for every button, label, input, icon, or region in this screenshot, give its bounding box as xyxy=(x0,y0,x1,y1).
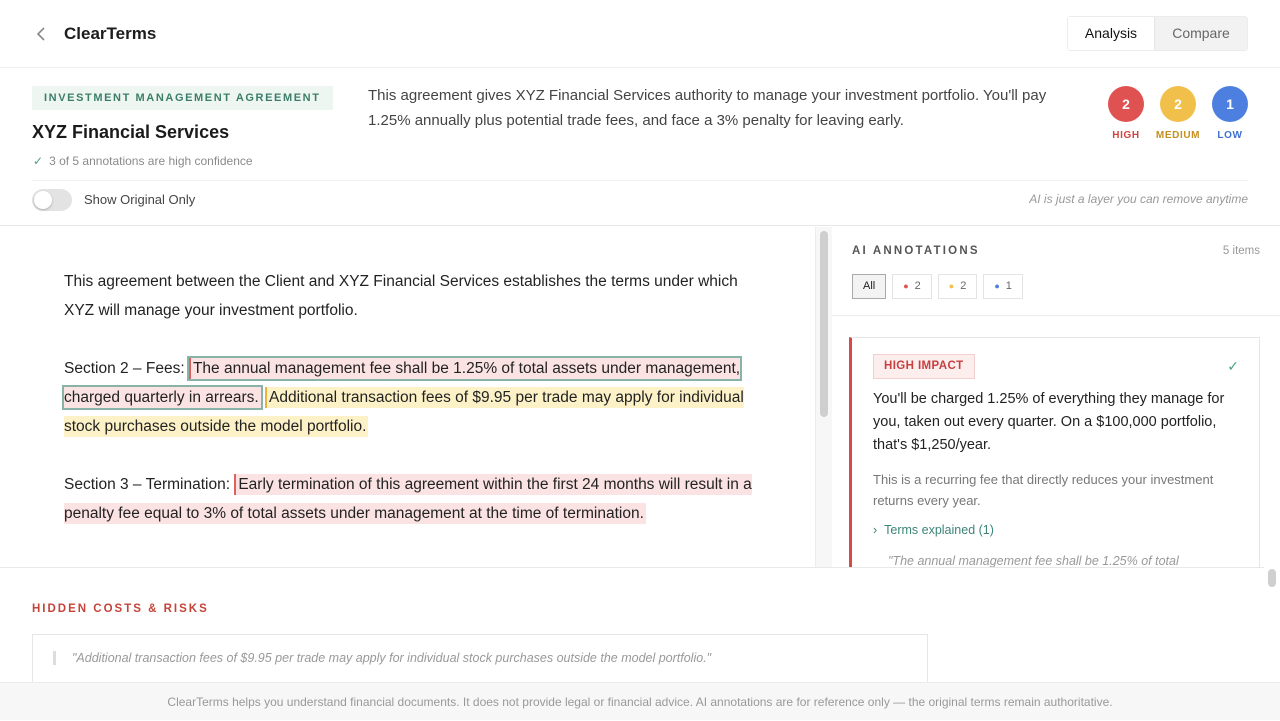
count-high: 2 HIGH xyxy=(1098,86,1154,141)
top-bar: ClearTerms Analysis Compare xyxy=(0,0,1280,68)
section-2-label: Section 2 – Fees: xyxy=(64,360,185,377)
divider xyxy=(832,315,1280,316)
page-scrollbar[interactable] xyxy=(1264,567,1280,682)
scrollbar-thumb[interactable] xyxy=(820,231,828,417)
annotation-detail: This is a recurring fee that directly re… xyxy=(873,472,1214,508)
count-high-label: HIGH xyxy=(1112,130,1140,141)
divider xyxy=(32,180,1248,181)
check-icon: ✓ xyxy=(33,154,44,168)
count-medium: 2 MEDIUM xyxy=(1150,86,1206,141)
annotation-quote: "The annual management fee shall be 1.25… xyxy=(888,554,1179,567)
confidence-note: ✓ 3 of 5 annotations are high confidence xyxy=(33,154,253,168)
summary-panel: INVESTMENT MANAGEMENT AGREEMENT XYZ Fina… xyxy=(0,68,1280,226)
severity-filters: All ● 2 ● 2 ● 1 xyxy=(852,274,1023,299)
count-low-label: LOW xyxy=(1217,130,1243,141)
scrollbar-thumb[interactable] xyxy=(1268,569,1276,587)
hidden-costs-title: HIDDEN COSTS & RISKS xyxy=(32,603,209,615)
doc-section-2: Section 2 – Fees: The annual management … xyxy=(61,354,754,441)
terms-explained-toggle[interactable]: › Terms explained (1) xyxy=(873,523,994,537)
filter-all[interactable]: All xyxy=(852,274,887,299)
terms-explained-label: Terms explained (1) xyxy=(884,523,994,537)
document-text: This agreement between the Client and XY… xyxy=(61,267,754,557)
confidence-text: 3 of 5 annotations are high confidence xyxy=(49,154,253,168)
doc-type-badge: INVESTMENT MANAGEMENT AGREEMENT xyxy=(32,86,333,110)
document-pane: This agreement between the Client and XY… xyxy=(0,227,815,567)
toggle-label: Show Original Only xyxy=(84,192,196,207)
view-tabs: Analysis Compare xyxy=(1067,16,1248,51)
section-3-label: Section 3 – Termination: xyxy=(64,476,231,493)
impact-badge: HIGH IMPACT xyxy=(873,354,975,379)
filter-medium-count: 2 xyxy=(960,280,967,292)
hidden-costs-section: HIDDEN COSTS & RISKS "Additional transac… xyxy=(0,567,1280,694)
count-low: 1 LOW xyxy=(1202,86,1258,141)
company-name: XYZ Financial Services xyxy=(32,122,230,142)
tab-compare[interactable]: Compare xyxy=(1155,17,1247,50)
filter-low[interactable]: ● 1 xyxy=(983,274,1023,299)
app-title: ClearTerms xyxy=(64,24,157,43)
annotations-count: 5 items xyxy=(1222,245,1260,257)
summary-text: This agreement gives XYZ Financial Servi… xyxy=(368,87,1047,129)
count-medium-label: MEDIUM xyxy=(1155,130,1201,141)
filter-low-count: 1 xyxy=(1005,280,1012,292)
tab-analysis[interactable]: Analysis xyxy=(1068,17,1155,50)
toggle-knob xyxy=(34,191,52,209)
filter-high-count: 2 xyxy=(914,280,921,292)
hidden-cost-quote: "Additional transaction fees of $9.95 pe… xyxy=(53,651,711,665)
annotation-card[interactable]: HIGH IMPACT ✓ You'll be charged 1.25% of… xyxy=(849,337,1260,567)
chevron-left-icon[interactable] xyxy=(34,24,50,44)
chevron-right-icon: › xyxy=(873,523,878,537)
blue-dot-icon: ● xyxy=(994,281,1000,291)
annotations-title: AI ANNOTATIONS xyxy=(852,245,980,257)
disclaimer-footer: ClearTerms helps you understand financia… xyxy=(0,682,1280,720)
filter-medium[interactable]: ● 2 xyxy=(937,274,978,299)
filter-high[interactable]: ● 2 xyxy=(892,274,932,299)
document-scrollbar[interactable] xyxy=(815,227,832,567)
count-low-badge: 1 xyxy=(1212,86,1248,122)
ai-note: AI is just a layer you can remove anytim… xyxy=(1029,192,1248,206)
annotation-text: You'll be charged 1.25% of everything th… xyxy=(873,391,1225,453)
count-medium-badge: 2 xyxy=(1160,86,1196,122)
annotations-panel: AI ANNOTATIONS 5 items All ● 2 ● 2 ● 1 HIGH… xyxy=(832,227,1280,567)
doc-intro: This agreement between the Client and XY… xyxy=(64,273,738,319)
show-original-toggle[interactable] xyxy=(32,189,72,211)
doc-section-3: Section 3 – Termination: Early terminati… xyxy=(64,470,754,528)
severity-counts: 2 HIGH 2 MEDIUM 1 LOW xyxy=(1098,86,1258,146)
red-dot-icon: ● xyxy=(903,281,909,291)
count-high-badge: 2 xyxy=(1108,86,1144,122)
yellow-dot-icon: ● xyxy=(948,281,955,291)
check-icon: ✓ xyxy=(1227,358,1239,374)
